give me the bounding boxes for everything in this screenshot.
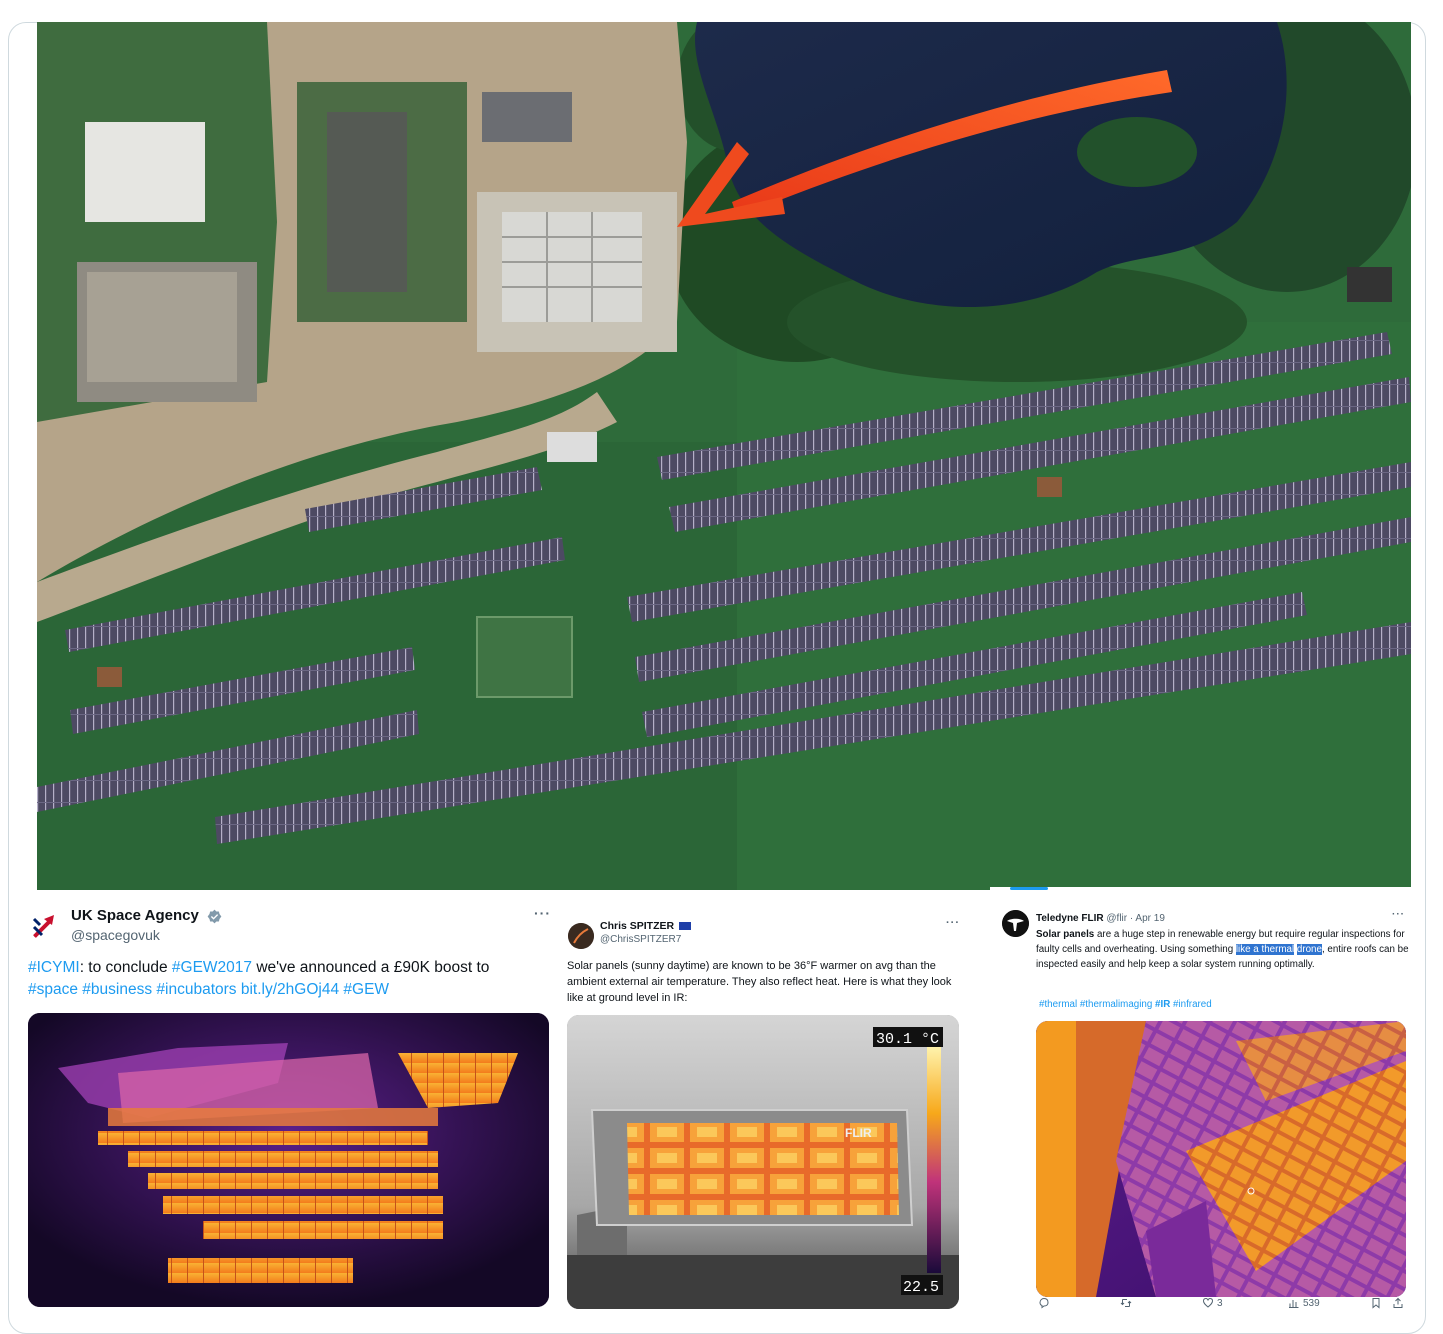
flir-brand-label: FLIR	[845, 1126, 872, 1140]
more-options-button[interactable]: ···	[534, 905, 551, 921]
more-options-button[interactable]: ···	[1392, 909, 1405, 920]
retweet-icon	[1120, 1299, 1132, 1307]
bookmark-icon	[1372, 1298, 1380, 1309]
author-name[interactable]: UK Space Agency	[71, 907, 222, 924]
bookmark-button[interactable]	[1370, 1297, 1382, 1309]
author-name[interactable]: Chris SPITZER	[600, 920, 692, 932]
author-handle[interactable]: @ChrisSPITZER7	[600, 934, 681, 945]
tweet-text: #ICYMI: to conclude #GEW2017 we've annou…	[28, 957, 548, 1001]
eu-flag-icon	[679, 922, 692, 931]
hashtag-thermal[interactable]: #thermal	[1039, 999, 1077, 1010]
like-count: 3	[1217, 1297, 1223, 1309]
hashtag-icymi[interactable]: #ICYMI	[28, 959, 80, 976]
tweet-card-chris-spitzer[interactable]: Chris SPITZER @ChrisSPITZER7 ··· Solar p…	[562, 905, 982, 1319]
views-button[interactable]: 539	[1288, 1297, 1320, 1309]
hashtag-space[interactable]: #space	[28, 981, 78, 998]
tweet-date[interactable]: · Apr 19	[1130, 913, 1165, 924]
tweet-card-uk-space-agency[interactable]: UK Space Agency @spacegovuk ··· #ICYMI: …	[22, 893, 556, 1319]
hashtag-ir[interactable]: #IR	[1155, 999, 1170, 1010]
thermal-roof-illustration	[1036, 1021, 1406, 1297]
hashtag-gew2017[interactable]: #GEW2017	[172, 959, 252, 976]
hashtag-business[interactable]: #business	[82, 981, 152, 998]
thermal-aerial-image[interactable]	[28, 1013, 549, 1307]
retweet-button[interactable]	[1120, 1297, 1135, 1309]
thermal-roof-image[interactable]	[1036, 1021, 1406, 1297]
author-handle[interactable]: @spacegovuk	[71, 927, 160, 943]
thermal-min-label: 22.5	[903, 1279, 939, 1296]
tweet-actions-bar: 3 539	[1030, 1297, 1410, 1315]
text-segment: we've announced a £90K boost to	[252, 959, 490, 976]
thermal-ground-image[interactable]: FLIR 30.1 °C 22.5	[567, 1015, 959, 1309]
hashtag-thermalimaging[interactable]: #thermalimaging	[1080, 999, 1152, 1010]
avatar[interactable]	[30, 911, 60, 941]
tweet-link[interactable]: bit.ly/2hGOj44	[241, 981, 339, 998]
hashtag-infrared[interactable]: #infrared	[1173, 999, 1212, 1010]
like-button[interactable]: 3	[1202, 1297, 1223, 1309]
views-count: 539	[1303, 1297, 1320, 1309]
share-button[interactable]	[1392, 1297, 1404, 1309]
tweet-text: Solar panels (sunny daytime) are known t…	[567, 960, 952, 1004]
avatar[interactable]	[568, 923, 594, 949]
highlighted-text: like a thermal	[1235, 944, 1295, 955]
author-handle[interactable]: @flir	[1106, 913, 1127, 924]
uk-space-agency-logo-icon	[30, 911, 60, 941]
more-options-button[interactable]: ···	[946, 917, 960, 929]
views-bar-chart-icon	[1289, 1300, 1299, 1308]
hashtag-line: #thermal #thermalimaging #IR #infrared	[1039, 998, 1212, 1011]
aerial-illustration	[37, 22, 1411, 890]
tweet-text: Solar panels are a huge step in renewabl…	[1036, 927, 1411, 972]
avatar[interactable]	[1002, 910, 1029, 937]
tab-indicator	[1010, 887, 1048, 890]
heart-icon	[1202, 1297, 1214, 1308]
reply-button[interactable]	[1038, 1297, 1053, 1309]
share-icon	[1393, 1297, 1403, 1308]
highlighted-text: drone	[1296, 944, 1322, 955]
thermal-panel-illustration: FLIR 30.1 °C 22.5	[567, 1015, 959, 1309]
text-bold-lead: Solar panels	[1036, 929, 1095, 940]
thermal-solar-field-illustration	[28, 1013, 549, 1307]
hashtag-incubators[interactable]: #incubators	[156, 981, 236, 998]
person-avatar-icon	[568, 923, 594, 949]
reply-icon	[1039, 1297, 1049, 1309]
hashtag-gew[interactable]: #GEW	[343, 981, 389, 998]
tweet-card-teledyne-flir[interactable]: Teledyne FLIR @flir · Apr 19 ··· Solar p…	[990, 887, 1423, 1319]
text-segment: : to conclude	[79, 959, 172, 976]
verified-badge-icon	[207, 909, 222, 923]
teledyne-logo-icon	[1002, 910, 1029, 937]
aerial-solar-farm-image[interactable]	[37, 22, 1411, 890]
author-name[interactable]: Teledyne FLIR @flir · Apr 19	[1036, 913, 1165, 924]
thermal-max-label: 30.1 °C	[876, 1031, 939, 1048]
